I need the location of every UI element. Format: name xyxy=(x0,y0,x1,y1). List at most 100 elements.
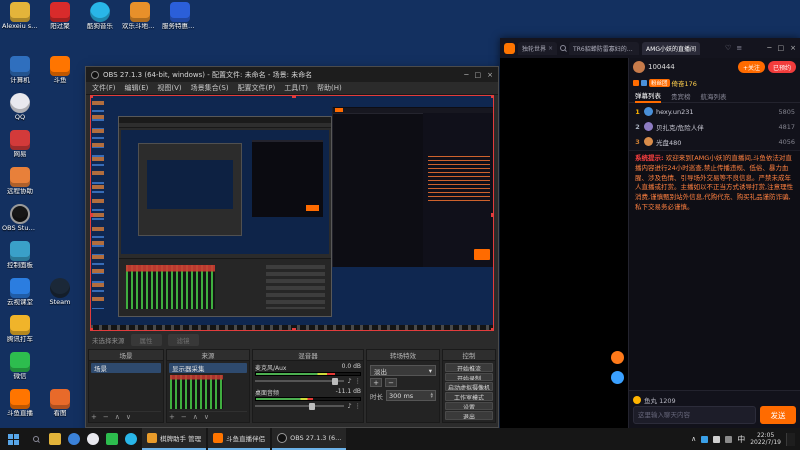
resize-handle[interactable] xyxy=(292,95,296,98)
virtual-camera-button[interactable]: 启动虚拟摄像机 xyxy=(445,382,493,392)
menu-tools[interactable]: 工具(T) xyxy=(284,83,308,93)
taskbar-task-obs[interactable]: OBS 27.1.3 (6... xyxy=(272,428,347,450)
close-button[interactable]: × xyxy=(487,71,493,79)
move-up-icon[interactable]: ∧ xyxy=(115,413,120,421)
remove-transition-icon[interactable]: − xyxy=(385,378,397,387)
desktop-icon-control-panel[interactable]: 控制面板 xyxy=(2,241,38,269)
desktop-icon-taxi[interactable]: 腾讯打车 xyxy=(2,315,38,343)
remove-source-icon[interactable]: − xyxy=(181,413,187,421)
send-button[interactable]: 发送 xyxy=(760,406,796,424)
menu-edit[interactable]: 编辑(E) xyxy=(125,83,149,93)
remove-scene-icon[interactable]: − xyxy=(103,413,109,421)
move-up-icon[interactable]: ∧ xyxy=(193,413,198,421)
desktop-icon-douyu[interactable]: 斗鱼直播 xyxy=(2,389,38,417)
taskbar-browser-button[interactable] xyxy=(64,428,83,450)
tab-vip-rank[interactable]: 贵宾榜 xyxy=(671,91,691,101)
gift-button[interactable] xyxy=(611,371,624,384)
desktop-icon-computer[interactable]: 计算机 xyxy=(2,56,38,84)
browser-tab-1[interactable]: 独轮世界 × xyxy=(518,41,558,55)
chat-message-area[interactable] xyxy=(629,215,800,390)
resize-handle[interactable] xyxy=(90,213,93,217)
taskbar-task-douyu-companion[interactable]: 斗鱼直播伴侣 xyxy=(208,428,271,450)
start-streaming-button[interactable]: 开始推流 xyxy=(445,363,493,372)
desktop-icon-app-red[interactable]: 阳过聚 xyxy=(42,2,78,30)
add-source-icon[interactable]: + xyxy=(169,413,175,421)
browser-tab-2[interactable]: TR6貂蝉防雷寡妇的直播间 xyxy=(569,41,640,55)
start-button[interactable] xyxy=(0,428,26,450)
close-button[interactable]: × xyxy=(790,44,796,52)
video-player[interactable] xyxy=(500,58,628,428)
tray-network-icon[interactable] xyxy=(725,435,733,443)
desktop-icon-netease[interactable]: 网易 xyxy=(2,130,38,158)
tray-volume-icon[interactable] xyxy=(713,435,721,443)
tab-danmaku[interactable]: 弹幕列表 xyxy=(635,90,661,103)
browser-tab-3-active[interactable]: AMG小妖的直播间 xyxy=(642,41,700,55)
resize-handle[interactable] xyxy=(491,213,494,217)
taskbar-folder-button[interactable] xyxy=(45,428,64,450)
mute-icon[interactable]: ♪ xyxy=(347,377,351,385)
follow-button[interactable]: +关注 xyxy=(737,61,765,73)
taskbar-kugou-button[interactable] xyxy=(121,428,140,450)
tray-expand-icon[interactable]: ∧ xyxy=(691,435,696,443)
scene-item[interactable]: 场景 xyxy=(91,363,161,373)
move-down-icon[interactable]: ∨ xyxy=(126,413,131,421)
maximize-button[interactable]: □ xyxy=(475,71,482,79)
source-item-display-capture[interactable]: 显示器采集 xyxy=(169,363,247,373)
resize-handle[interactable] xyxy=(491,328,494,331)
desktop-icon-steam[interactable]: Steam xyxy=(42,278,78,306)
obs-titlebar[interactable]: OBS 27.1.3 (64-bit, windows) - 配置文件: 未命名… xyxy=(86,67,498,82)
menu-profile[interactable]: 配置文件(P) xyxy=(238,83,276,93)
reserve-button[interactable]: 已预约 xyxy=(767,61,796,73)
browser-tabbar[interactable]: 独轮世界 × TR6貂蝉防雷寡妇的直播间 AMG小妖的直播间 ♡ ≡ ─ □ × xyxy=(500,38,800,58)
favorite-icon[interactable]: ♡ xyxy=(725,44,731,52)
streamer-avatar[interactable] xyxy=(633,61,645,73)
taskbar-task-assistant[interactable]: 棋牌助手 管理 xyxy=(142,428,207,450)
add-transition-icon[interactable]: + xyxy=(370,378,382,387)
menu-icon[interactable]: ≡ xyxy=(736,44,742,52)
close-tab-icon[interactable]: × xyxy=(548,45,553,52)
transition-select[interactable]: 淡出 ▾ xyxy=(370,365,436,376)
spin-down-icon[interactable]: ▾ xyxy=(430,394,433,399)
mixer-options-icon[interactable]: ⋮ xyxy=(355,402,362,410)
desktop-icon-douyu-2[interactable]: 斗鱼 xyxy=(42,56,78,84)
desktop-icon-qq[interactable]: QQ xyxy=(2,93,38,121)
menu-scene-collection[interactable]: 场景集合(S) xyxy=(191,83,229,93)
mixer-options-icon[interactable]: ⋮ xyxy=(355,377,362,385)
filters-button[interactable]: 滤镜 xyxy=(167,334,199,346)
start-recording-button[interactable]: 开始录制 xyxy=(445,372,493,382)
desktop-icon-user-folder[interactable]: Alexeiu sh.. xyxy=(2,2,38,30)
maximize-button[interactable]: □ xyxy=(777,44,784,52)
minimize-button[interactable]: ─ xyxy=(464,71,468,79)
desktop-icon-game[interactable]: 欢乐斗地主《 xyxy=(122,2,158,30)
tab-fleet-list[interactable]: 航海列表 xyxy=(701,91,727,101)
taskbar-search-button[interactable] xyxy=(26,428,45,450)
desktop-icon-wechat[interactable]: 微信 xyxy=(2,352,38,380)
resize-handle[interactable] xyxy=(90,95,93,98)
mute-icon[interactable]: ♪ xyxy=(347,402,351,410)
duration-spinner[interactable]: 300 ms ▴ ▾ xyxy=(386,390,436,401)
clock[interactable]: 22:05 2022/7/19 xyxy=(750,432,781,447)
chat-input[interactable] xyxy=(633,406,756,424)
recharge-button[interactable] xyxy=(611,351,624,364)
desktop-icon-classroom[interactable]: 云视课堂 xyxy=(2,278,38,306)
volume-slider[interactable] xyxy=(255,377,345,385)
menu-view[interactable]: 视图(V) xyxy=(157,83,181,93)
minimize-button[interactable]: ─ xyxy=(767,44,771,52)
desktop-icon-viewer[interactable]: 看图 xyxy=(42,389,78,417)
desktop-icon-service[interactable]: 服务特惠官方 xyxy=(162,2,198,30)
obs-preview[interactable] xyxy=(90,95,494,331)
rank-row[interactable]: 2 贝扎克/危险人伴 4817 xyxy=(629,119,800,134)
douyu-logo-icon[interactable] xyxy=(504,42,515,54)
resize-handle[interactable] xyxy=(491,95,494,98)
properties-button[interactable]: 属性 xyxy=(130,334,162,346)
rank-row[interactable]: 3 光盘480 4056 xyxy=(629,134,800,149)
menu-help[interactable]: 帮助(H) xyxy=(317,83,342,93)
desktop-icon-remote[interactable]: 远程协助 xyxy=(2,167,38,195)
volume-slider[interactable] xyxy=(255,402,345,410)
exit-button[interactable]: 退出 xyxy=(445,411,493,421)
desktop-icon-obs[interactable]: OBS Studio xyxy=(2,204,38,232)
resize-handle[interactable] xyxy=(292,328,296,331)
search-icon[interactable] xyxy=(560,45,567,51)
taskbar-qq-button[interactable] xyxy=(83,428,102,450)
settings-button[interactable]: 设置 xyxy=(445,401,493,411)
